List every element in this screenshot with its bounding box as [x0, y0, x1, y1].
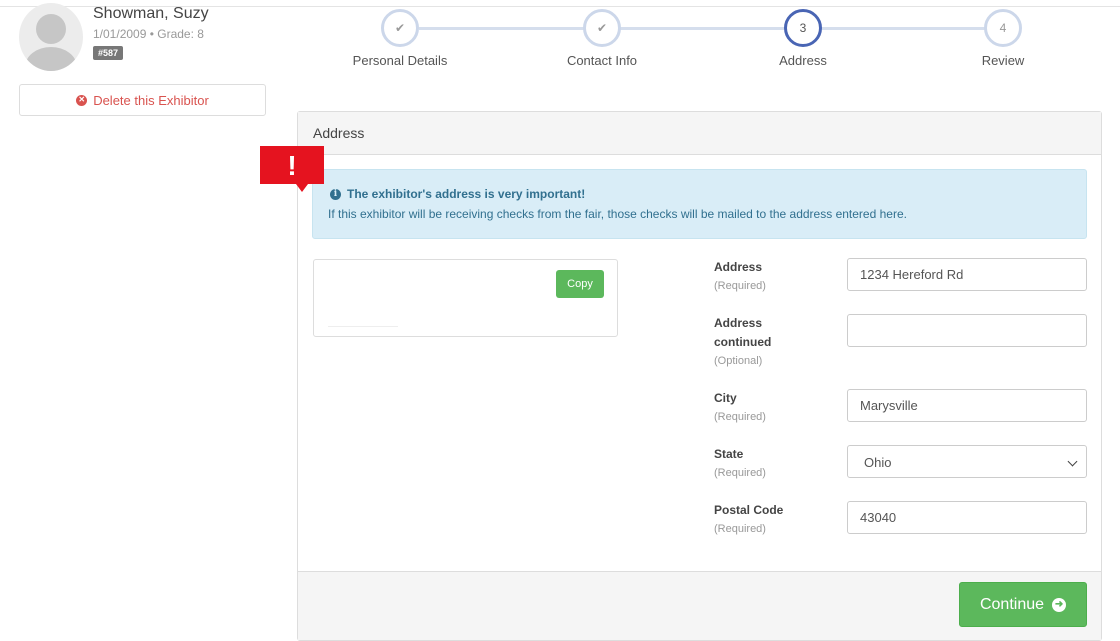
info-icon: i [330, 188, 341, 200]
exhibitor-meta: 1/01/2009 • Grade: 8 [93, 27, 204, 41]
remove-circle-icon: ✕ [76, 94, 88, 106]
copy-button[interactable]: Copy [556, 270, 604, 298]
state-select[interactable]: Ohio [847, 445, 1087, 478]
step-label-personal-details: Personal Details [352, 53, 448, 68]
avatar-body [25, 47, 77, 71]
city-label: City (Required) [714, 389, 766, 427]
chevron-down-icon [1067, 456, 1078, 467]
panel-header: Address [298, 112, 1101, 155]
step-address[interactable]: 3 [784, 9, 822, 47]
stepper-connector [419, 27, 584, 30]
panel-title: Address [313, 125, 365, 141]
state-label: State (Required) [714, 445, 766, 483]
address-hint: (Required) [714, 280, 766, 292]
alert-text: If this exhibitor will be receiving chec… [328, 207, 907, 221]
state-label-text: State [714, 447, 744, 461]
postal-code-label: Postal Code (Required) [714, 501, 783, 539]
step-personal-details[interactable]: ✔ [381, 9, 419, 47]
address-continued-label-text: Address continued [714, 316, 772, 349]
address-continued-hint: (Optional) [714, 355, 763, 367]
annotation-marker: ! [260, 146, 324, 192]
info-alert: i The exhibitor's address is very import… [312, 169, 1087, 239]
step-label-address: Address [779, 53, 827, 68]
step-contact-info[interactable]: ✔ [583, 9, 621, 47]
address-input[interactable] [847, 258, 1087, 291]
annotation-exclamation: ! [287, 150, 296, 181]
address-panel: Address i The exhibitor's address is ver… [297, 111, 1102, 641]
postal-code-input[interactable] [847, 501, 1087, 534]
continue-label: Continue [979, 595, 1045, 613]
avatar [19, 3, 83, 71]
stepper-connector [620, 27, 785, 30]
postal-code-hint: (Required) [714, 523, 766, 535]
alert-title: The exhibitor's address is very importan… [347, 187, 586, 201]
step-label-contact-info: Contact Info [566, 53, 638, 68]
address-label-text: Address [714, 260, 763, 274]
city-hint: (Required) [714, 411, 766, 423]
step-review[interactable]: 4 [984, 9, 1022, 47]
city-input[interactable] [847, 389, 1087, 422]
check-icon: ✔ [596, 21, 608, 35]
copy-box-divider [328, 326, 398, 327]
state-hint: (Required) [714, 467, 766, 479]
exhibitor-name: Showman, Suzy [93, 5, 209, 22]
alert-heading: i The exhibitor's address is very import… [330, 187, 585, 201]
delete-exhibitor-button[interactable]: ✕ Delete this Exhibitor [19, 84, 266, 116]
continue-button[interactable]: Continue ➜ [959, 582, 1087, 627]
arrow-right-circle-icon: ➜ [1052, 597, 1067, 612]
check-icon: ✔ [394, 21, 406, 35]
step-label-review: Review [981, 53, 1025, 68]
step-number: 3 [799, 21, 807, 35]
city-label-text: City [714, 391, 737, 405]
stepper-connector [821, 27, 986, 30]
copy-address-box: Copy [313, 259, 618, 337]
delete-exhibitor-label: Delete this Exhibitor [93, 92, 209, 108]
avatar-head [36, 14, 66, 44]
exhibitor-id-badge: #587 [93, 46, 124, 60]
address-continued-input[interactable] [847, 314, 1087, 347]
address-label: Address (Required) [714, 258, 766, 296]
address-continued-label: Address continued (Optional) [714, 314, 794, 371]
postal-code-label-text: Postal Code [714, 503, 784, 517]
state-select-value: Ohio [864, 455, 892, 470]
step-number: 4 [999, 21, 1007, 35]
